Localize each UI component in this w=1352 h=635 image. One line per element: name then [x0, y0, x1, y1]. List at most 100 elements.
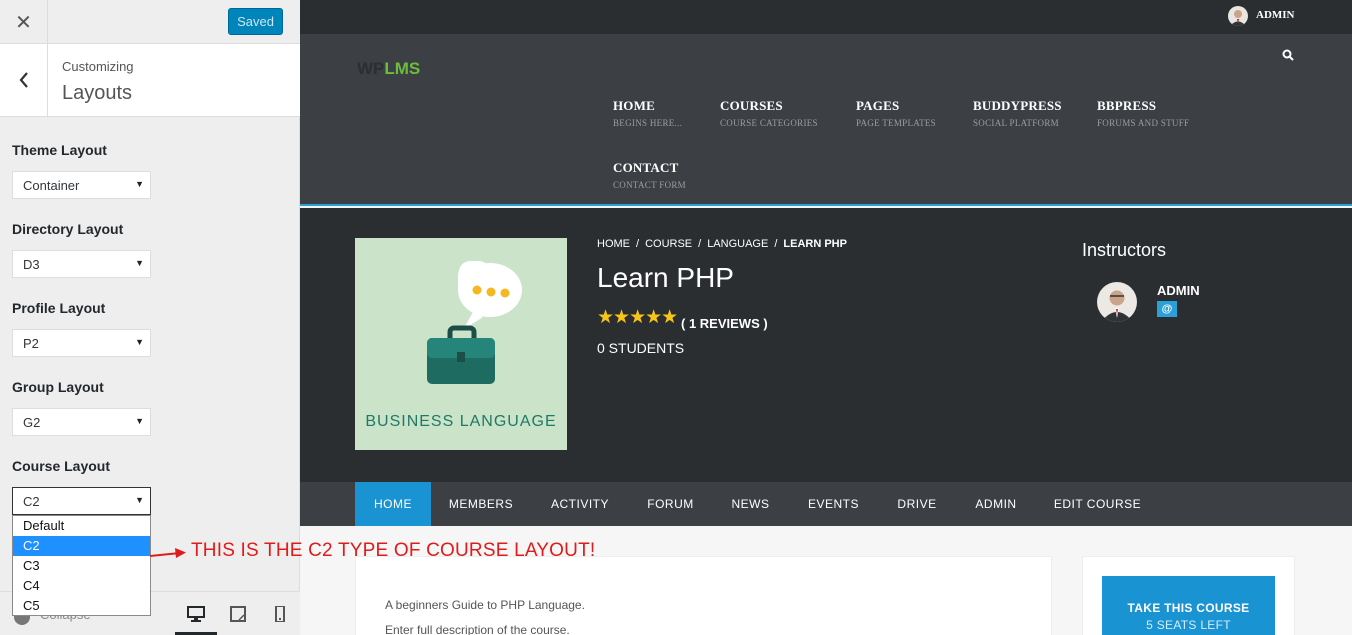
instructors-heading: Instructors [1082, 240, 1167, 260]
site-header: WPLMS HOME BEGINS HERE... COURSES COURSE… [300, 34, 1352, 206]
nav-item-courses[interactable]: COURSES COURSE CATEGORIES [720, 98, 818, 128]
breadcrumb-current: LEARN PHP [783, 238, 847, 250]
students-count: 0 STUDENTS [597, 340, 685, 356]
breadcrumb-home[interactable]: HOME [597, 238, 630, 250]
caret-down-icon: ▼ [135, 495, 144, 505]
close-icon: ✕ [15, 11, 32, 34]
customizer-header: ✕ Saved [0, 0, 300, 44]
back-button[interactable] [0, 44, 48, 116]
section-header: Customizing Layouts [0, 44, 300, 117]
section-subtitle: Customizing [62, 59, 134, 74]
tab-admin[interactable]: ADMIN [956, 482, 1036, 526]
option-c5[interactable]: C5 [13, 596, 150, 616]
nav-sublabel: BEGINS HERE... [613, 118, 683, 128]
nav-label: HOME [613, 98, 655, 113]
close-customizer-button[interactable]: ✕ [0, 0, 48, 44]
tab-drive[interactable]: DRIVE [878, 482, 956, 526]
course-layout-dropdown: Default C2 C3 C4 C5 [12, 515, 151, 616]
option-c4[interactable]: C4 [13, 576, 150, 596]
course-layout-label: Course Layout [12, 458, 111, 474]
briefcase-chat-icon [427, 261, 522, 384]
tab-members[interactable]: MEMBERS [431, 482, 531, 526]
nav-item-bbpress[interactable]: BBPRESS FORUMS AND STUFF [1097, 98, 1189, 128]
nav-sublabel: PAGE TEMPLATES [856, 118, 936, 128]
tablet-preview-icon[interactable] [229, 606, 247, 622]
nav-label: BBPRESS [1097, 98, 1157, 113]
nav-item-pages[interactable]: PAGES PAGE TEMPLATES [856, 98, 936, 128]
user-avatar-icon [1230, 10, 1246, 26]
profile-layout-value: P2 [23, 335, 39, 351]
section-title: Layouts [62, 82, 133, 104]
reviews-count[interactable]: ( 1 REVIEWS ) [681, 316, 768, 331]
mobile-preview-icon[interactable] [271, 606, 289, 622]
tab-edit-course[interactable]: EDIT COURSE [1036, 482, 1159, 526]
option-c2[interactable]: C2 [13, 536, 150, 556]
tab-events[interactable]: EVENTS [789, 482, 878, 526]
admin-bar: ADMIN [300, 0, 1352, 34]
group-layout-label: Group Layout [12, 379, 104, 395]
breadcrumb-separator: / [774, 238, 778, 250]
nav-sublabel: FORUMS AND STUFF [1097, 118, 1190, 128]
page-title: Learn PHP [597, 262, 734, 293]
directory-layout-select[interactable]: D3 ▼ [12, 250, 151, 278]
breadcrumb-course[interactable]: COURSE [645, 238, 692, 250]
directory-layout-value: D3 [23, 256, 40, 272]
annotation-text: THIS IS THE C2 TYPE OF COURSE LAYOUT! [191, 540, 596, 561]
directory-layout-label: Directory Layout [12, 221, 124, 237]
theme-layout-select[interactable]: Container ▼ [12, 171, 151, 199]
theme-layout-value: Container [23, 177, 80, 193]
take-course-label: TAKE THIS COURSE [1127, 601, 1250, 615]
course-layout-value: C2 [23, 493, 40, 509]
seats-left: 5 SEATS LEFT [1146, 618, 1231, 632]
nav-label: COURSES [720, 98, 783, 113]
site-logo[interactable]: WPLMS [357, 59, 420, 79]
admin-bar-username[interactable]: ADMIN [1256, 9, 1295, 21]
option-c3[interactable]: C3 [13, 556, 150, 576]
profile-layout-label: Profile Layout [12, 300, 106, 316]
breadcrumb-separator: / [636, 238, 640, 250]
theme-layout-label: Theme Layout [12, 142, 107, 158]
at-mention-icon[interactable]: @ [1157, 301, 1177, 317]
thumbnail-caption: BUSINESS LANGUAGE [365, 413, 557, 430]
avatar[interactable] [1228, 6, 1248, 26]
tab-news[interactable]: NEWS [712, 482, 789, 526]
instructor-avatar-icon [1101, 290, 1133, 322]
tab-activity[interactable]: ACTIVITY [531, 482, 629, 526]
group-layout-select[interactable]: G2 ▼ [12, 408, 151, 436]
nav-sublabel: SOCIAL PLATFORM [973, 118, 1059, 128]
nav-item-contact[interactable]: CONTACT CONTACT FORM [613, 160, 686, 190]
group-layout-value: G2 [23, 414, 41, 430]
chevron-left-icon [19, 72, 28, 88]
nav-label: CONTACT [613, 160, 679, 175]
tab-home[interactable]: HOME [355, 482, 431, 526]
caret-down-icon: ▼ [135, 337, 144, 347]
search-icon[interactable] [1282, 49, 1294, 61]
option-default[interactable]: Default [13, 516, 150, 536]
nav-item-buddypress[interactable]: BUDDYPRESS SOCIAL PLATFORM [973, 98, 1062, 128]
course-description-card: A beginners Guide to PHP Language. Enter… [355, 556, 1052, 635]
tab-forum[interactable]: FORUM [629, 482, 712, 526]
breadcrumb-language[interactable]: LANGUAGE [707, 238, 768, 250]
course-tabs: HOME MEMBERS ACTIVITY FORUM NEWS EVENTS … [300, 482, 1352, 526]
avatar[interactable] [1097, 282, 1137, 322]
logo-wp: WP [357, 59, 385, 78]
course-thumbnail[interactable]: BUSINESS LANGUAGE [355, 238, 567, 450]
course-header: BUSINESS LANGUAGE HOME / COURSE / LANGUAGE / L… [300, 208, 1352, 482]
profile-layout-select[interactable]: P2 ▼ [12, 329, 151, 357]
take-course-button[interactable]: TAKE THIS COURSE 5 SEATS LEFT [1102, 576, 1275, 635]
breadcrumb: HOME / COURSE / LANGUAGE / LEARN PHP [597, 238, 847, 250]
annotation-arrow-icon [150, 548, 186, 558]
saved-button[interactable]: Saved [228, 8, 283, 35]
description-line: Enter full description of the course. [385, 623, 570, 635]
star-rating-icon: ★★★★★ [597, 307, 678, 328]
breadcrumb-separator: / [698, 238, 702, 250]
desktop-preview-icon[interactable] [187, 606, 205, 622]
nav-item-home[interactable]: HOME BEGINS HERE... [613, 98, 682, 128]
course-layout-select[interactable]: C2 ▼ [12, 487, 151, 515]
nav-label: BUDDYPRESS [973, 98, 1062, 113]
nav-label: PAGES [856, 98, 900, 113]
description-line: A beginners Guide to PHP Language. [385, 598, 585, 612]
nav-sublabel: COURSE CATEGORIES [720, 118, 818, 128]
course-sidebar-card: TAKE THIS COURSE 5 SEATS LEFT [1082, 556, 1295, 635]
instructor-name[interactable]: ADMIN [1157, 283, 1200, 298]
